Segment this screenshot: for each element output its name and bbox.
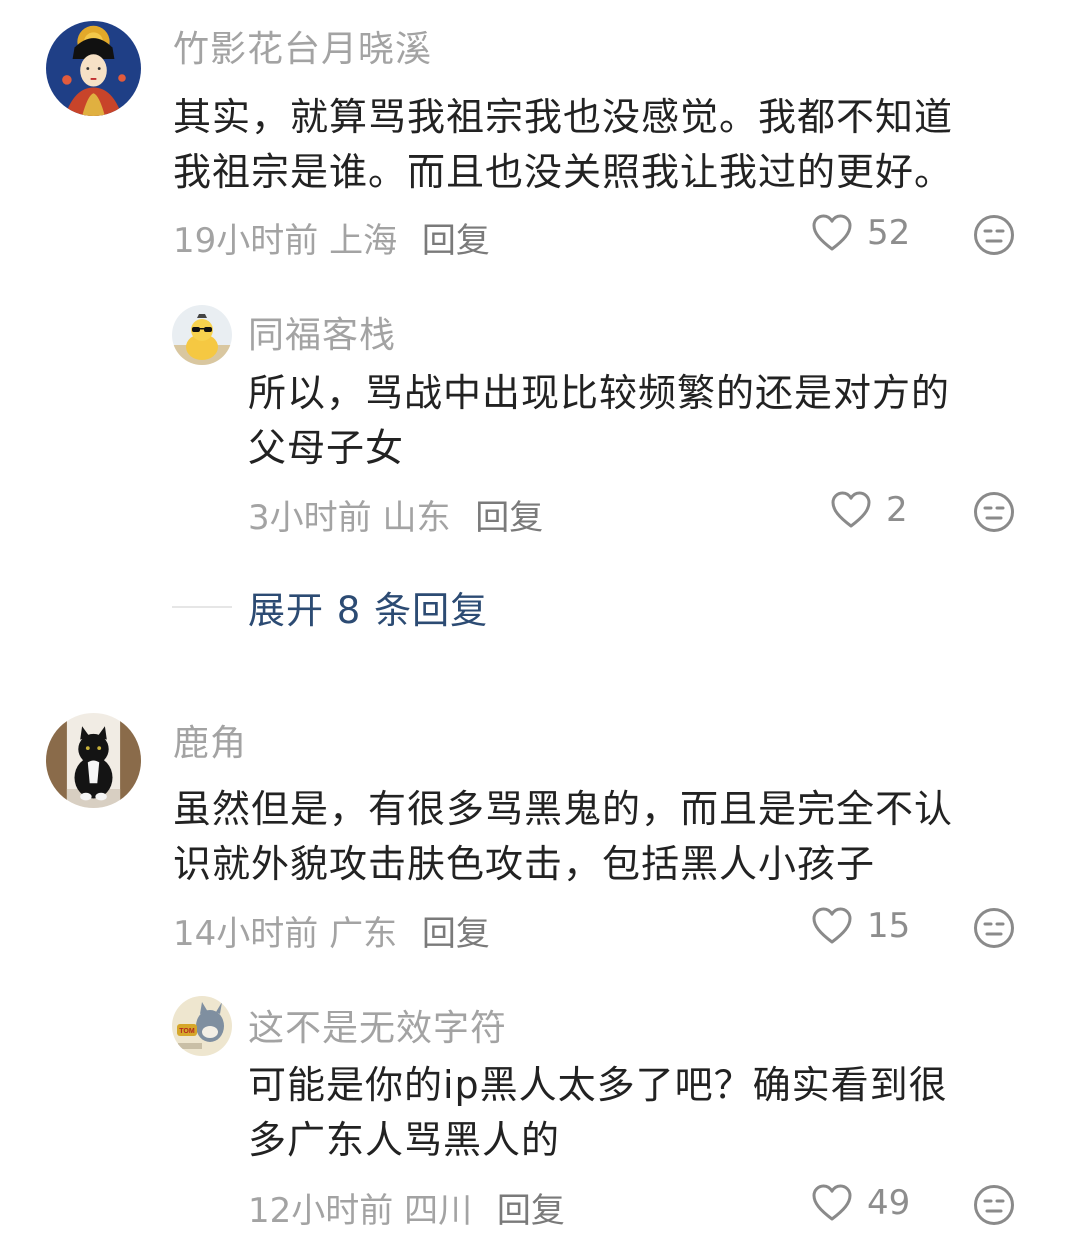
comment-text: 其实，就算骂我祖宗我也没感觉。我都不知道 我祖宗是谁。而且也没关照我让我过的更好…: [173, 90, 953, 200]
like-button[interactable]: 52: [811, 213, 910, 253]
black-cat-avatar: [46, 713, 141, 808]
reply-text-line: 可能是你的ip黑人太多了吧？确实看到很: [248, 1063, 948, 1107]
expand-replies-button[interactable]: 展开 8 条回复: [172, 580, 488, 634]
reply-location: 四川: [404, 1191, 473, 1231]
user-avatar[interactable]: [46, 713, 141, 808]
like-count: 49: [867, 1183, 911, 1223]
reply-button[interactable]: 回复: [422, 221, 490, 261]
comment-time: 14小时前: [173, 914, 319, 954]
reply-text-line: 所以，骂战中出现比较频繁的还是对方的: [248, 371, 951, 415]
duck-sunglasses-avatar: [172, 305, 232, 365]
like-count: 52: [867, 213, 911, 253]
like-count: 15: [867, 906, 911, 946]
comment-location: 上海: [329, 221, 398, 261]
comment-text-line: 虽然但是，有很多骂黑鬼的，而且是完全不认: [173, 787, 954, 831]
user-avatar[interactable]: [46, 21, 141, 116]
reply-button[interactable]: 回复: [497, 1191, 565, 1231]
like-button[interactable]: 2: [830, 490, 908, 530]
tom-cat-cartoon-avatar: TOM: [172, 996, 232, 1056]
reply-meta: 3小时前 山东 回复: [248, 490, 543, 539]
reply-text: 可能是你的ip黑人太多了吧？确实看到很 多广东人骂黑人的: [248, 1058, 948, 1168]
neutral-face-icon[interactable]: [973, 491, 1015, 533]
reply-time: 3小时前: [248, 498, 372, 538]
user-avatar[interactable]: TOM: [172, 996, 232, 1056]
reply-time: 12小时前: [248, 1191, 394, 1231]
reply-text: 所以，骂战中出现比较频繁的还是对方的 父母子女: [248, 366, 950, 476]
heart-outline-icon: [812, 907, 852, 944]
comment-text-line: 其实，就算骂我祖宗我也没感觉。我都不知道: [173, 95, 954, 139]
neutral-face-icon[interactable]: [973, 214, 1015, 256]
reply-location: 山东: [382, 498, 451, 538]
reply-button[interactable]: 回复: [422, 914, 490, 954]
user-avatar[interactable]: [172, 305, 232, 365]
comment-username[interactable]: 竹影花台月晓溪: [173, 20, 432, 72]
divider: [172, 606, 232, 608]
comment-meta: 14小时前 广东 回复: [173, 906, 490, 955]
like-button[interactable]: 15: [811, 906, 910, 946]
heart-outline-icon: [812, 214, 852, 251]
tang-lady-portrait-avatar: [46, 21, 141, 116]
comment-time: 19小时前: [173, 221, 319, 261]
comment-meta: 19小时前 上海 回复: [173, 213, 490, 262]
like-button[interactable]: 49: [811, 1183, 910, 1223]
reply-username[interactable]: 这不是无效字符: [248, 999, 507, 1051]
comment-text-line: 识就外貌攻击肤色攻击，包括黑人小孩子: [173, 842, 876, 886]
like-count: 2: [886, 490, 908, 530]
comment-text: 虽然但是，有很多骂黑鬼的，而且是完全不认 识就外貌攻击肤色攻击，包括黑人小孩子: [173, 782, 953, 892]
comment-text-line: 我祖宗是谁。而且也没关照我让我过的更好。: [173, 150, 954, 194]
heart-outline-icon: [812, 1184, 852, 1221]
heart-outline-icon: [831, 491, 871, 528]
expand-replies-label: 展开 8 条回复: [248, 589, 489, 632]
svg-text:TOM: TOM: [179, 1028, 195, 1035]
reply-text-line: 多广东人骂黑人的: [248, 1118, 561, 1162]
neutral-face-icon[interactable]: [973, 907, 1015, 949]
reply-text-line: 父母子女: [248, 426, 405, 470]
comment-username[interactable]: 鹿角: [173, 714, 247, 766]
comment-location: 广东: [329, 914, 398, 954]
reply-meta: 12小时前 四川 回复: [248, 1183, 565, 1232]
reply-button[interactable]: 回复: [475, 498, 543, 538]
reply-username[interactable]: 同福客栈: [248, 306, 396, 358]
neutral-face-icon[interactable]: [973, 1184, 1015, 1226]
